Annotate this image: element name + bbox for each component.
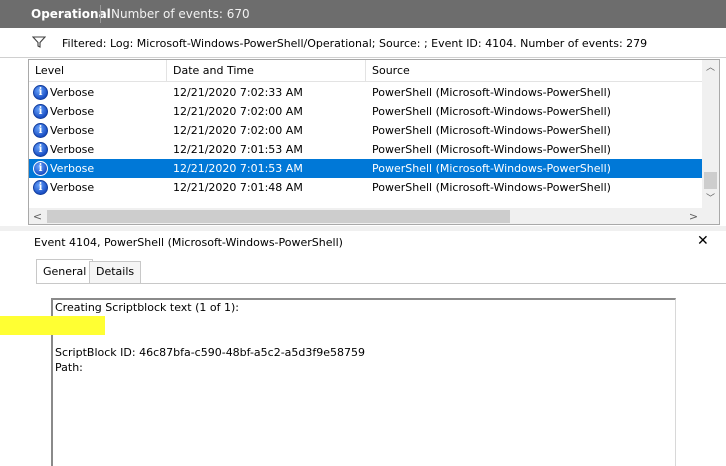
cell-source: PowerShell (Microsoft-Windows-PowerShell… — [372, 181, 611, 194]
cell-date-time: 12/21/2020 7:02:33 AM — [173, 86, 303, 99]
cell-date-time: 12/21/2020 7:02:00 AM — [173, 124, 303, 137]
message-line-scriptblock-id: ScriptBlock ID: 46c87bfa-c590-48bf-a5c2-… — [55, 346, 366, 359]
message-line-path: Path: — [55, 361, 83, 374]
info-icon: i — [33, 85, 48, 100]
table-row[interactable]: i Verbose 12/21/2020 7:02:00 AM PowerShell … — [29, 121, 702, 140]
info-icon: i — [33, 104, 48, 119]
scrollbar-corner — [702, 208, 719, 224]
column-header-source[interactable]: Source — [366, 60, 702, 82]
scroll-down-arrow-icon[interactable]: ﹀ — [702, 191, 719, 208]
cell-date-time: 12/21/2020 7:02:00 AM — [173, 105, 303, 118]
table-row[interactable]: i Verbose 12/21/2020 7:01:53 AM PowerShell … — [29, 140, 702, 159]
scroll-left-arrow-icon[interactable]: < — [29, 208, 46, 224]
event-details-pane: Event 4104, PowerShell (Microsoft-Window… — [28, 231, 726, 466]
cell-date-time: 12/21/2020 7:01:53 AM — [173, 162, 303, 175]
cell-level: Verbose — [50, 105, 95, 118]
scroll-right-arrow-icon[interactable]: > — [685, 208, 702, 224]
cell-source: PowerShell (Microsoft-Windows-PowerShell… — [372, 143, 611, 156]
highlight-marker — [0, 316, 105, 335]
table-row[interactable]: i Verbose 12/21/2020 7:02:33 AM PowerShell … — [29, 83, 702, 102]
table-row[interactable]: i Verbose 12/21/2020 7:01:53 AM PowerShell … — [29, 159, 702, 178]
cell-level: Verbose — [50, 162, 95, 175]
cell-level: Verbose — [50, 181, 95, 194]
tab-general[interactable]: General — [36, 259, 94, 283]
table-row[interactable]: i Verbose 12/21/2020 7:02:00 AM PowerShell … — [29, 102, 702, 121]
info-icon: i — [33, 180, 48, 195]
title-separator — [100, 5, 101, 23]
cell-level: Verbose — [50, 124, 95, 137]
message-line-1: Creating Scriptblock text (1 of 1): — [55, 301, 239, 314]
cell-level: Verbose — [50, 143, 95, 156]
info-icon: i — [33, 123, 48, 138]
vertical-scrollbar[interactable]: ︿ ﹀ — [702, 60, 719, 208]
horizontal-scroll-thumb[interactable] — [47, 210, 510, 223]
tab-details[interactable]: Details — [89, 261, 142, 283]
event-count: Number of events: 670 — [111, 7, 250, 21]
cell-source: PowerShell (Microsoft-Windows-PowerShell… — [372, 86, 611, 99]
cell-source: PowerShell (Microsoft-Windows-PowerShell… — [372, 162, 611, 175]
event-details-title: Event 4104, PowerShell (Microsoft-Window… — [34, 236, 343, 249]
vertical-scroll-thumb[interactable] — [704, 172, 717, 189]
tab-divider — [36, 283, 726, 284]
close-icon[interactable]: ✕ — [697, 233, 709, 249]
info-icon: i — [33, 161, 48, 176]
log-title-bar: Operational Number of events: 670 — [0, 0, 726, 28]
filter-icon — [32, 36, 46, 48]
filter-bar: Filtered: Log: Microsoft-Windows-PowerSh… — [0, 28, 726, 58]
scroll-up-arrow-icon[interactable]: ︿ — [702, 60, 719, 77]
log-name: Operational — [31, 7, 111, 21]
cell-date-time: 12/21/2020 7:01:48 AM — [173, 181, 303, 194]
table-row[interactable]: i Verbose 12/21/2020 7:01:48 AM PowerShell … — [29, 178, 702, 197]
cell-source: PowerShell (Microsoft-Windows-PowerShell… — [372, 105, 611, 118]
column-header-date[interactable]: Date and Time — [167, 60, 366, 82]
cell-date-time: 12/21/2020 7:01:53 AM — [173, 143, 303, 156]
horizontal-scrollbar[interactable]: < > — [29, 208, 702, 224]
cell-level: Verbose — [50, 86, 95, 99]
cell-source: PowerShell (Microsoft-Windows-PowerShell… — [372, 124, 611, 137]
column-header-level[interactable]: Level — [29, 60, 167, 82]
event-message-textbox[interactable]: Creating Scriptblock text (1 of 1): whoa… — [51, 298, 676, 466]
list-header: Level Date and Time Source — [29, 60, 702, 82]
filter-description: Filtered: Log: Microsoft-Windows-PowerSh… — [62, 37, 648, 50]
events-list[interactable]: Level Date and Time Source i Verbose 12/21… — [28, 59, 720, 225]
info-icon: i — [33, 142, 48, 157]
